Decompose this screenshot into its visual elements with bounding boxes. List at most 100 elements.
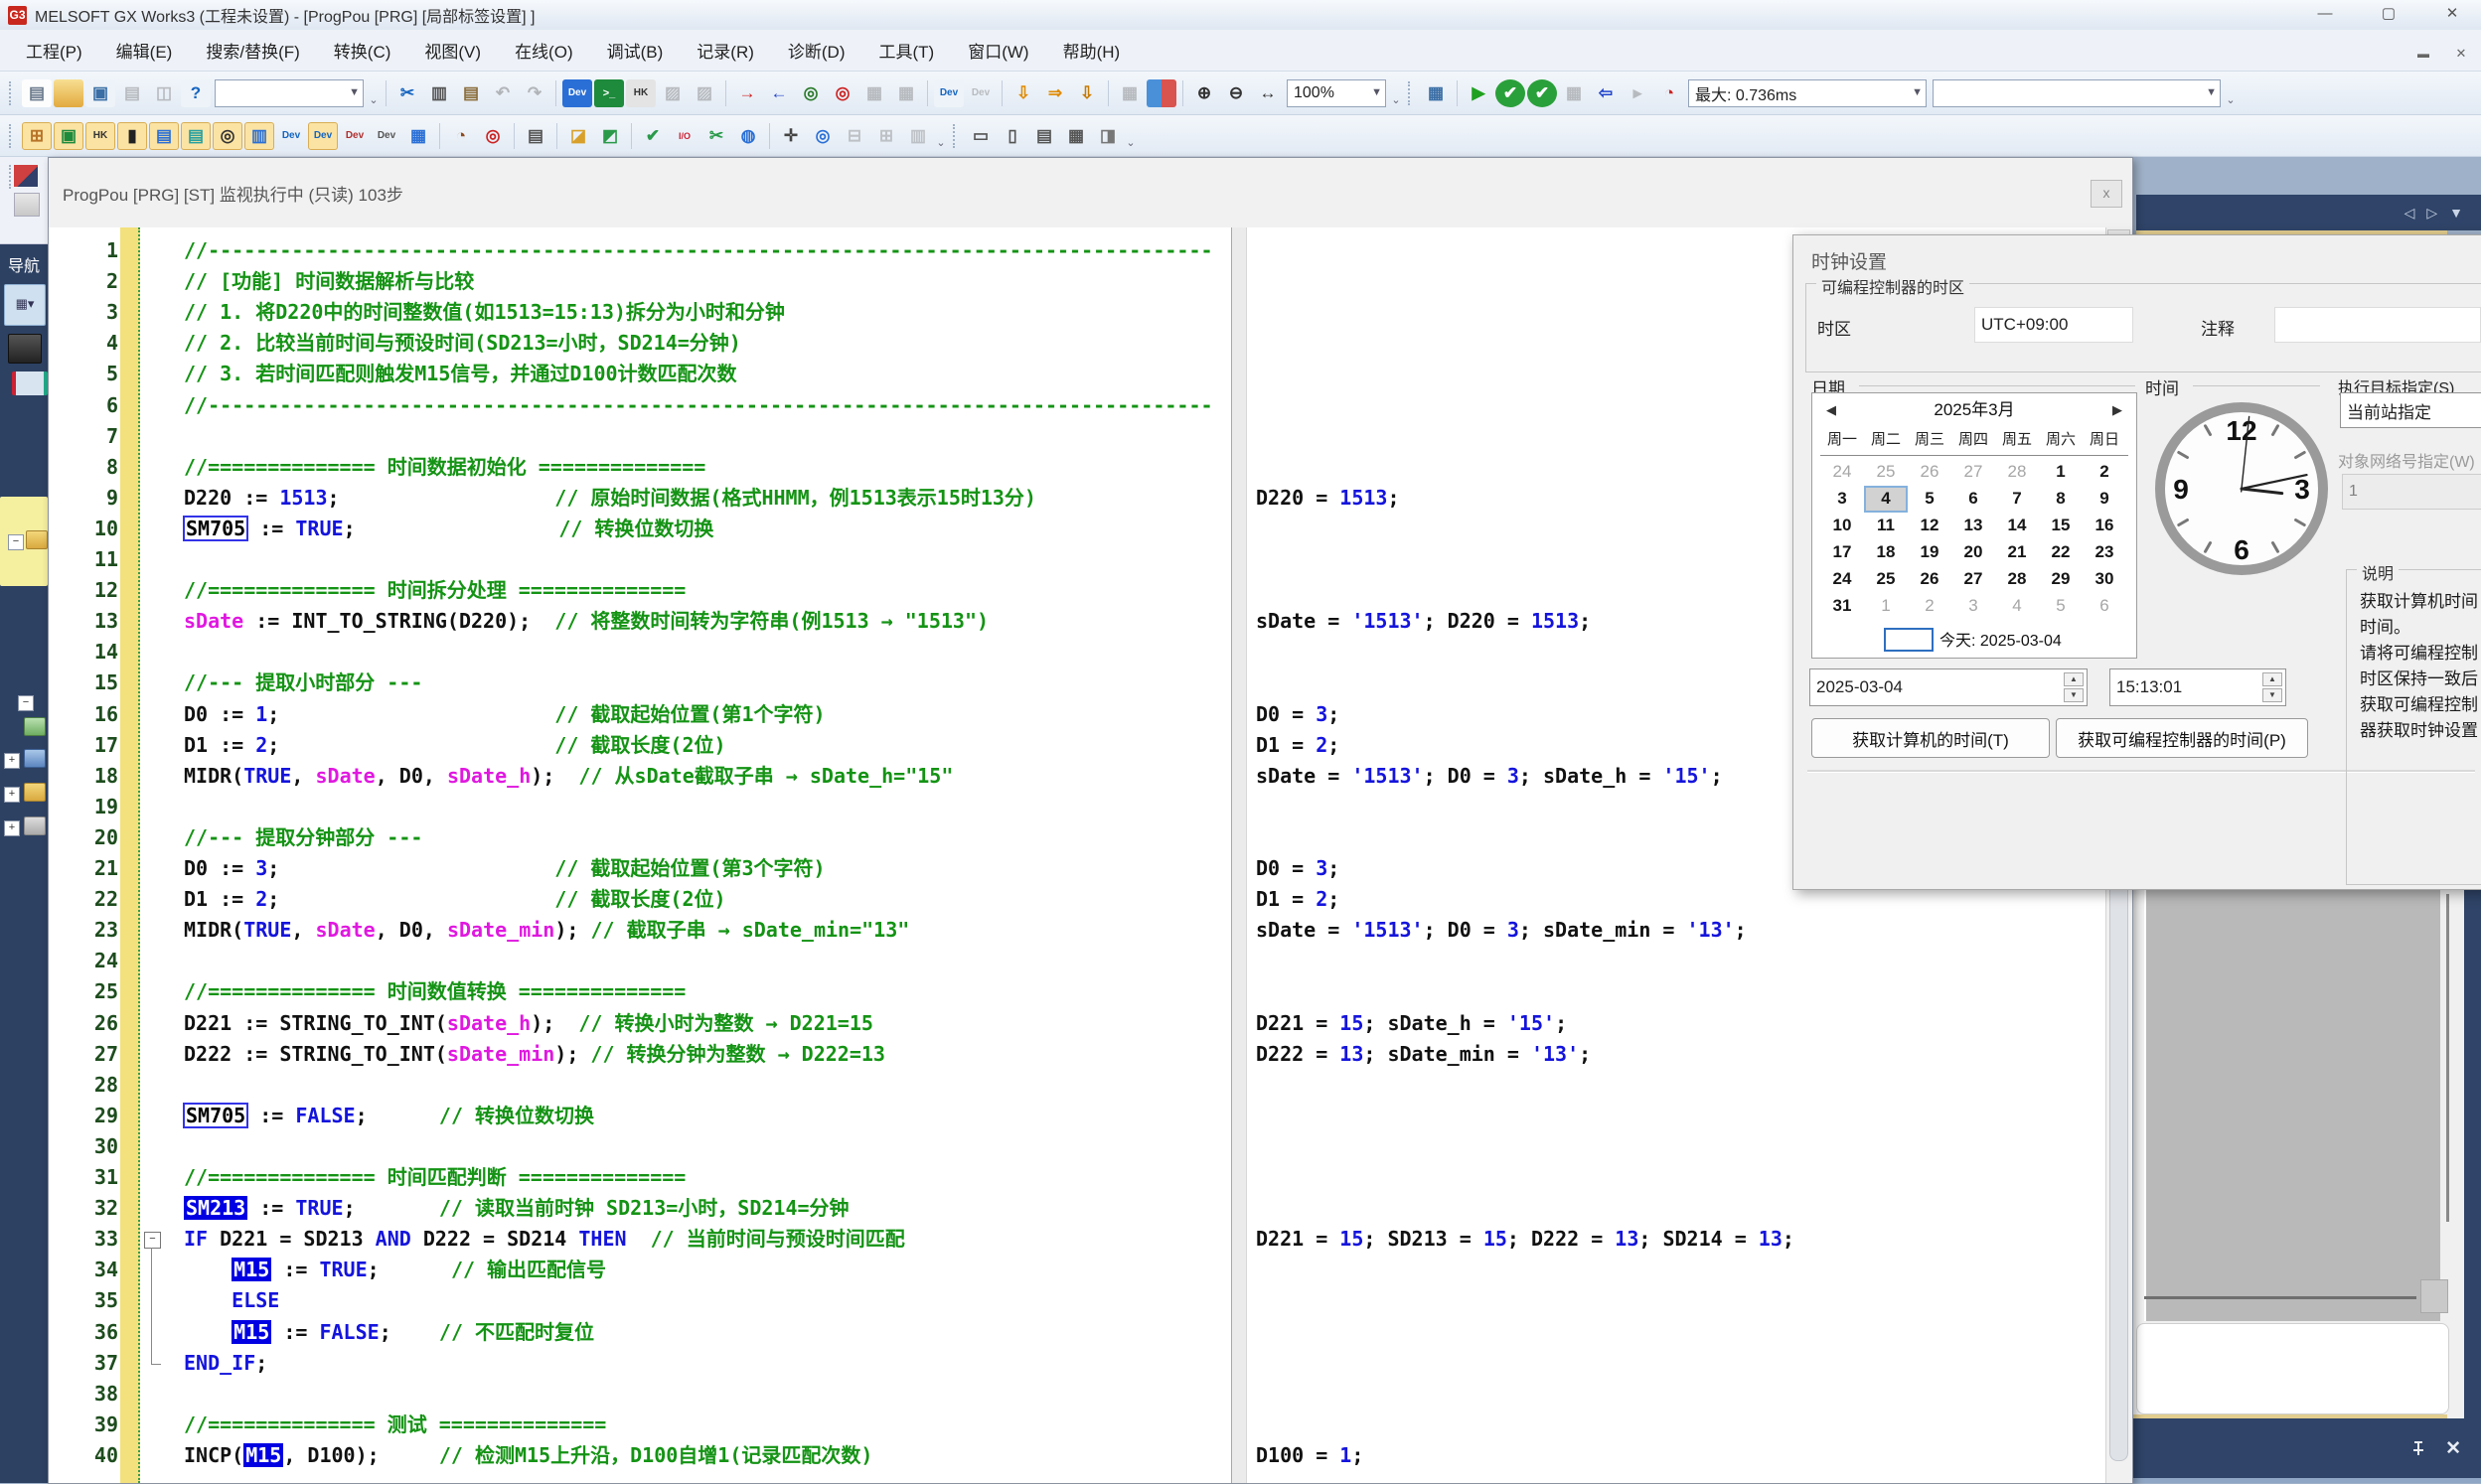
label-list-icon[interactable]: ▤ bbox=[149, 122, 179, 150]
target-select[interactable]: 当前站指定 bbox=[2340, 392, 2481, 428]
calendar-day[interactable]: 3 bbox=[1951, 593, 1995, 620]
panel-splitter[interactable] bbox=[2144, 1296, 2416, 1299]
nav-folder2-icon[interactable] bbox=[24, 783, 46, 802]
calendar-day[interactable]: 1 bbox=[2039, 459, 2083, 486]
device-find-icon[interactable]: ◎ bbox=[796, 79, 826, 107]
global-monitor-icon[interactable]: ◍ bbox=[733, 122, 763, 150]
calendar-day[interactable]: 27 bbox=[1951, 459, 1995, 486]
menu-item-2[interactable]: 搜索/替换(F) bbox=[206, 38, 299, 63]
minimize-button[interactable]: — bbox=[2303, 2, 2347, 26]
expand-gray-icon[interactable]: ⊞ bbox=[871, 122, 901, 150]
read-from-plc-icon[interactable]: ← bbox=[764, 79, 794, 107]
device-write-icon[interactable]: Dev bbox=[562, 79, 592, 107]
mdi-minimize-button[interactable]: ▬ bbox=[2408, 42, 2438, 66]
timezone-field[interactable]: UTC+09:00 bbox=[1974, 307, 2133, 343]
calendar-month[interactable]: 2025年3月 bbox=[1934, 400, 2014, 419]
calendar-day[interactable]: 25 bbox=[1864, 459, 1908, 486]
flag-gray-icon[interactable]: ▸ bbox=[1623, 79, 1652, 107]
nav-expand3-icon[interactable]: + bbox=[4, 820, 20, 836]
nav-module-icon[interactable] bbox=[8, 334, 42, 364]
insert-col-icon[interactable]: ⇒ bbox=[1040, 79, 1070, 107]
calendar-day[interactable]: 4 bbox=[1995, 593, 2039, 620]
menu-item-10[interactable]: 窗口(W) bbox=[968, 38, 1028, 63]
calendar-day[interactable]: 6 bbox=[2083, 593, 2126, 620]
today-marker-box[interactable] bbox=[1884, 628, 1934, 652]
calendar-prev-icon[interactable]: ◀ bbox=[1818, 393, 1844, 427]
calendar-day[interactable]: 10 bbox=[1820, 513, 1864, 539]
fold-collapse-icon[interactable]: − bbox=[144, 1232, 161, 1249]
close-button[interactable]: ✕ bbox=[2430, 2, 2474, 26]
menu-item-5[interactable]: 在线(O) bbox=[515, 38, 573, 63]
find-result-icon[interactable]: ▥ bbox=[244, 122, 274, 150]
stamp-export-icon[interactable]: ◩ bbox=[595, 122, 625, 150]
panel-scrollbar[interactable] bbox=[2446, 894, 2449, 1222]
undo-icon[interactable]: ↶ bbox=[488, 79, 518, 107]
toolbar-overflow-icon[interactable]: ⌄ bbox=[934, 123, 948, 149]
circuit-icon[interactable]: ▮ bbox=[117, 122, 147, 150]
doc-outline-icon[interactable]: ▤ bbox=[521, 122, 550, 150]
dev-search-icon[interactable]: Dev bbox=[934, 79, 964, 107]
get-plc-time-button[interactable]: 获取可编程控制器的时间(P) bbox=[2056, 718, 2308, 758]
panel-search-input[interactable] bbox=[2136, 1323, 2449, 1414]
dev-write2-icon[interactable]: Dev bbox=[276, 122, 306, 150]
calendar-day[interactable]: 28 bbox=[1995, 566, 2039, 593]
help-icon[interactable]: ? bbox=[181, 79, 211, 107]
nav-folder-green-icon[interactable] bbox=[24, 717, 46, 736]
calendar-day[interactable]: 17 bbox=[1820, 539, 1864, 566]
menu-item-9[interactable]: 工具(T) bbox=[879, 38, 935, 63]
editor-window-title-bar[interactable]: ProgPou [PRG] [ST] 监视执行中 (只读) 103步 x bbox=[49, 158, 2132, 228]
print-icon[interactable]: ▤ bbox=[117, 79, 147, 107]
menu-item-8[interactable]: 诊断(D) bbox=[788, 38, 846, 63]
check-ok2-icon[interactable]: ✔ bbox=[1527, 79, 1557, 107]
dev-cross-icon[interactable]: Dev bbox=[372, 122, 401, 150]
device-gray2-icon[interactable]: ▦ bbox=[891, 79, 921, 107]
nav-tree-view-button[interactable]: ▦▾ bbox=[4, 284, 46, 326]
device-find2-icon[interactable]: ◎ bbox=[828, 79, 857, 107]
dock-right-icon[interactable]: ▷ bbox=[2426, 205, 2437, 222]
watch-combo[interactable]: ▼ bbox=[1933, 79, 2221, 107]
calendar-day[interactable]: 21 bbox=[1995, 539, 2039, 566]
crosshair-icon[interactable]: ✛ bbox=[776, 122, 806, 150]
date-field[interactable]: 2025-03-04 ▲▼ bbox=[1809, 668, 2088, 706]
get-pc-time-button[interactable]: 获取计算机的时间(T) bbox=[1811, 718, 2050, 758]
pin-icon[interactable] bbox=[2409, 1439, 2427, 1457]
zoom-fit-icon[interactable]: ↔ bbox=[1253, 79, 1283, 107]
calendar-day[interactable]: 6 bbox=[1951, 486, 1995, 513]
menu-item-11[interactable]: 帮助(H) bbox=[1063, 38, 1121, 63]
io-check-icon[interactable]: I/O bbox=[670, 122, 699, 150]
panel-scroll-button[interactable] bbox=[2420, 1279, 2448, 1313]
zoom-out-icon[interactable]: ⊖ bbox=[1221, 79, 1251, 107]
calendar-day[interactable]: 26 bbox=[1908, 566, 1951, 593]
memory-card-icon[interactable]: ▭ bbox=[966, 122, 996, 150]
calendar-day[interactable]: 23 bbox=[2083, 539, 2126, 566]
calendar-day[interactable]: 12 bbox=[1908, 513, 1951, 539]
menu-item-1[interactable]: 编辑(E) bbox=[116, 38, 173, 63]
calendar-day[interactable]: 19 bbox=[1908, 539, 1951, 566]
calendar-day[interactable]: 2 bbox=[2083, 459, 2126, 486]
calendar-day[interactable]: 14 bbox=[1995, 513, 2039, 539]
list-view-icon[interactable]: ▤ bbox=[1029, 122, 1059, 150]
nav-folder-blue-icon[interactable] bbox=[24, 749, 46, 768]
nav-collapse2-icon[interactable]: − bbox=[18, 695, 34, 711]
calendar-day[interactable]: 30 bbox=[2083, 566, 2126, 593]
calendar-day[interactable]: 8 bbox=[2039, 486, 2083, 513]
convert-green-icon[interactable]: ✂ bbox=[701, 122, 731, 150]
menu-item-3[interactable]: 转换(C) bbox=[334, 38, 391, 63]
nav-collapse-icon[interactable]: − bbox=[8, 534, 24, 550]
check-ok1-icon[interactable]: ✔ bbox=[1495, 79, 1525, 107]
menu-item-7[interactable]: 记录(R) bbox=[697, 38, 754, 63]
nav-tree-icon[interactable]: ⊞ bbox=[22, 122, 52, 150]
calendar-day[interactable]: 2 bbox=[1908, 593, 1951, 620]
dock-menu-icon[interactable]: ▼ bbox=[2449, 205, 2463, 221]
redo-icon[interactable]: ↷ bbox=[520, 79, 549, 107]
cut-icon[interactable]: ✂ bbox=[392, 79, 422, 107]
toolbar-overflow-icon[interactable]: ⌄ bbox=[1389, 80, 1403, 106]
element-list-icon[interactable] bbox=[14, 193, 40, 217]
calendar-day[interactable]: 13 bbox=[1951, 513, 1995, 539]
eraser-icon[interactable]: ◨ bbox=[1093, 122, 1123, 150]
stamp-icon[interactable]: ◫ bbox=[149, 79, 179, 107]
hk-settings-icon[interactable]: HK bbox=[85, 122, 115, 150]
calendar-day[interactable]: 22 bbox=[2039, 539, 2083, 566]
dev-compare-icon[interactable]: Dev bbox=[340, 122, 370, 150]
calendar-day[interactable]: 20 bbox=[1951, 539, 1995, 566]
